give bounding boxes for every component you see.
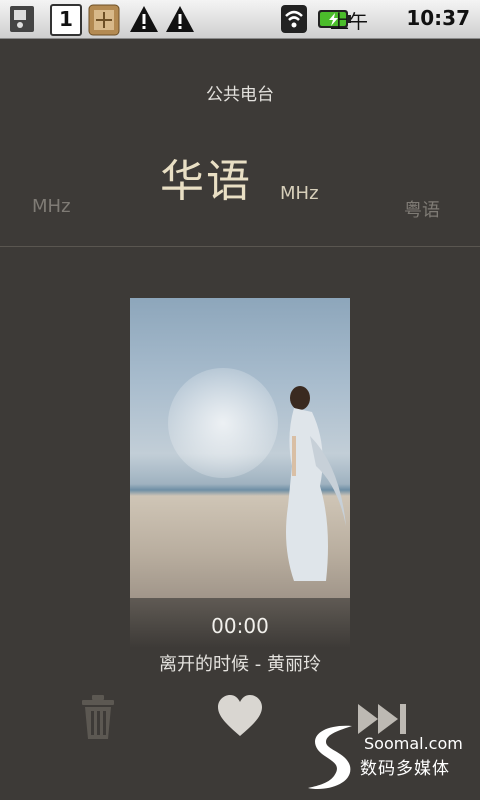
app-icon bbox=[88, 4, 120, 36]
album-art bbox=[130, 298, 350, 598]
elapsed-time: 00:00 bbox=[211, 614, 269, 638]
trash-icon[interactable] bbox=[78, 694, 118, 740]
station-previous[interactable]: MHz bbox=[32, 196, 71, 217]
skip-next-icon[interactable] bbox=[356, 702, 410, 736]
album-light-glow bbox=[168, 368, 278, 478]
warning-icon bbox=[130, 6, 158, 32]
station-current-unit: MHz bbox=[280, 183, 319, 204]
station-next[interactable]: 粤语 bbox=[404, 196, 440, 222]
status-bar: 1 上午 10:37 bbox=[0, 0, 480, 39]
track-title: 离开的时候 - 黄丽玲 bbox=[159, 654, 321, 675]
calendar-day: 1 bbox=[59, 7, 73, 31]
album-figure bbox=[286, 386, 346, 581]
watermark-logo bbox=[308, 725, 352, 790]
sd-card-icon bbox=[10, 6, 34, 32]
watermark-site: Soomal.com bbox=[364, 734, 463, 753]
watermark-subtitle: 数码多媒体 bbox=[360, 759, 450, 779]
warning-icon bbox=[166, 6, 194, 32]
channel-category: 公共电台 bbox=[206, 85, 274, 105]
status-time: 10:37 bbox=[406, 6, 470, 30]
station-current-name: 华语 bbox=[160, 156, 252, 207]
heart-icon[interactable] bbox=[216, 694, 264, 738]
wifi-icon bbox=[281, 5, 307, 33]
calendar-icon: 1 bbox=[50, 4, 82, 36]
header-divider bbox=[0, 246, 480, 247]
status-ampm: 上午 bbox=[329, 11, 368, 33]
